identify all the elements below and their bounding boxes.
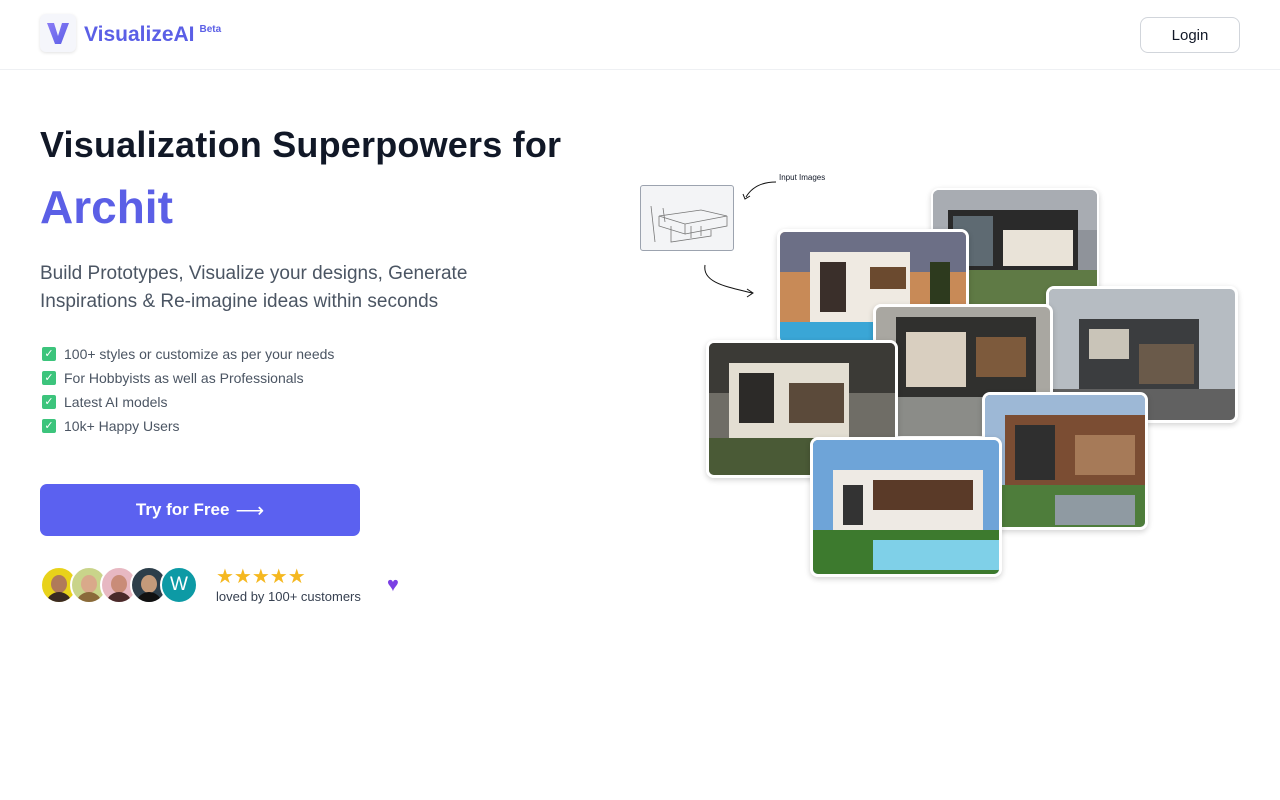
- checkbox-checked-icon: ✓: [42, 347, 56, 361]
- checkbox-checked-icon: ✓: [42, 419, 56, 433]
- feature-label: For Hobbyists as well as Professionals: [64, 370, 304, 386]
- feature-label: 10k+ Happy Users: [64, 418, 180, 434]
- hero-subtitle: Build Prototypes, Visualize your designs…: [40, 263, 468, 312]
- feature-item: ✓ For Hobbyists as well as Professionals: [42, 366, 334, 390]
- hero-title: Visualization Superpowers for: [40, 124, 562, 165]
- avatar: W: [160, 566, 198, 604]
- feature-label: Latest AI models: [64, 394, 168, 410]
- top-nav: VisualizeAI Beta Login: [0, 0, 1280, 70]
- brand-name: VisualizeAI: [84, 23, 195, 46]
- feature-item: ✓ 10k+ Happy Users: [42, 414, 334, 438]
- checkbox-checked-icon: ✓: [42, 371, 56, 385]
- arrow-right-icon: ⟶: [235, 499, 265, 522]
- feature-item: ✓ Latest AI models: [42, 390, 334, 414]
- input-images-label: Input Images: [779, 173, 826, 182]
- brand-logo[interactable]: VisualizeAI Beta: [40, 14, 221, 52]
- arrow-annotation-icon: [704, 181, 777, 298]
- cta-label: Try for Free: [135, 500, 230, 519]
- beta-badge: Beta: [199, 24, 222, 35]
- feature-item: ✓ 100+ styles or customize as per your ne…: [42, 342, 334, 366]
- purple-heart-icon: ♥: [387, 574, 399, 596]
- house-render-image: [982, 392, 1148, 530]
- feature-list: ✓ 100+ styles or customize as per your ne…: [42, 342, 334, 438]
- loved-by-text: loved by 100+ customers: [216, 589, 361, 604]
- five-star-rating-icon: ★★★★★: [216, 566, 306, 588]
- login-button[interactable]: Login: [1140, 17, 1240, 53]
- hero-typed-word: Archit: [40, 181, 173, 233]
- v-logo-icon: [40, 14, 76, 52]
- house-render-image: [810, 437, 1002, 577]
- try-for-free-button[interactable]: Try for Free ⟶: [40, 484, 360, 536]
- checkbox-checked-icon: ✓: [42, 395, 56, 409]
- feature-label: 100+ styles or customize as per your nee…: [64, 346, 335, 362]
